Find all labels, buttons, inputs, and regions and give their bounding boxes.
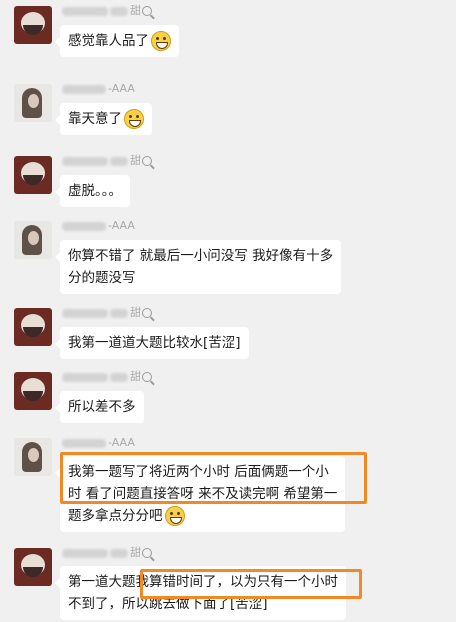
message-bubble[interactable]: 所以差不多 [55,391,144,423]
sender-name: 甜 [62,2,152,20]
sender-name: -AAA [62,434,135,452]
message-bubble[interactable]: 虚脱。。。 [55,175,130,207]
avatar[interactable] [14,308,52,346]
avatar[interactable] [14,438,52,476]
message-bubble[interactable]: 靠天意了 [55,103,152,135]
message-bubble[interactable]: 第一道大题我算错时间了，以为只有一个小时 不到了，所以跳去做下面了[苦涩] [55,566,346,620]
avatar[interactable] [14,84,52,122]
message-bubble[interactable]: 我第一题写了将近两个小时 后面俩题一个小 时 看了问题直接答呀 来不及读完啊 希… [54,456,346,532]
avatar[interactable] [14,372,52,410]
search-icon [142,308,152,318]
grinning-emoji [124,109,144,129]
search-icon [142,6,152,16]
search-icon [142,372,152,382]
sender-name: 甜 [62,544,152,562]
laughing-tears-emoji [151,31,171,51]
grinning-emoji [164,506,185,526]
sender-name: 甜 [62,368,152,386]
message-bubble[interactable]: 感觉靠人品了 [55,25,179,57]
avatar[interactable] [14,221,52,259]
avatar[interactable] [14,156,52,194]
sender-name: -AAA [62,217,135,235]
search-icon [142,156,152,166]
search-icon [142,548,152,558]
sender-name: -AAA [62,80,135,98]
avatar[interactable] [14,548,52,586]
message-bubble[interactable]: 你算不错了 就最后一小问没写 我好像有十多 分的题没写 [54,240,342,294]
sender-name: 甜 [62,304,152,322]
avatar[interactable] [14,6,52,44]
sender-name: 甜 [62,152,152,170]
message-bubble[interactable]: 我第一道道大题比较水[苦涩] [55,327,249,359]
